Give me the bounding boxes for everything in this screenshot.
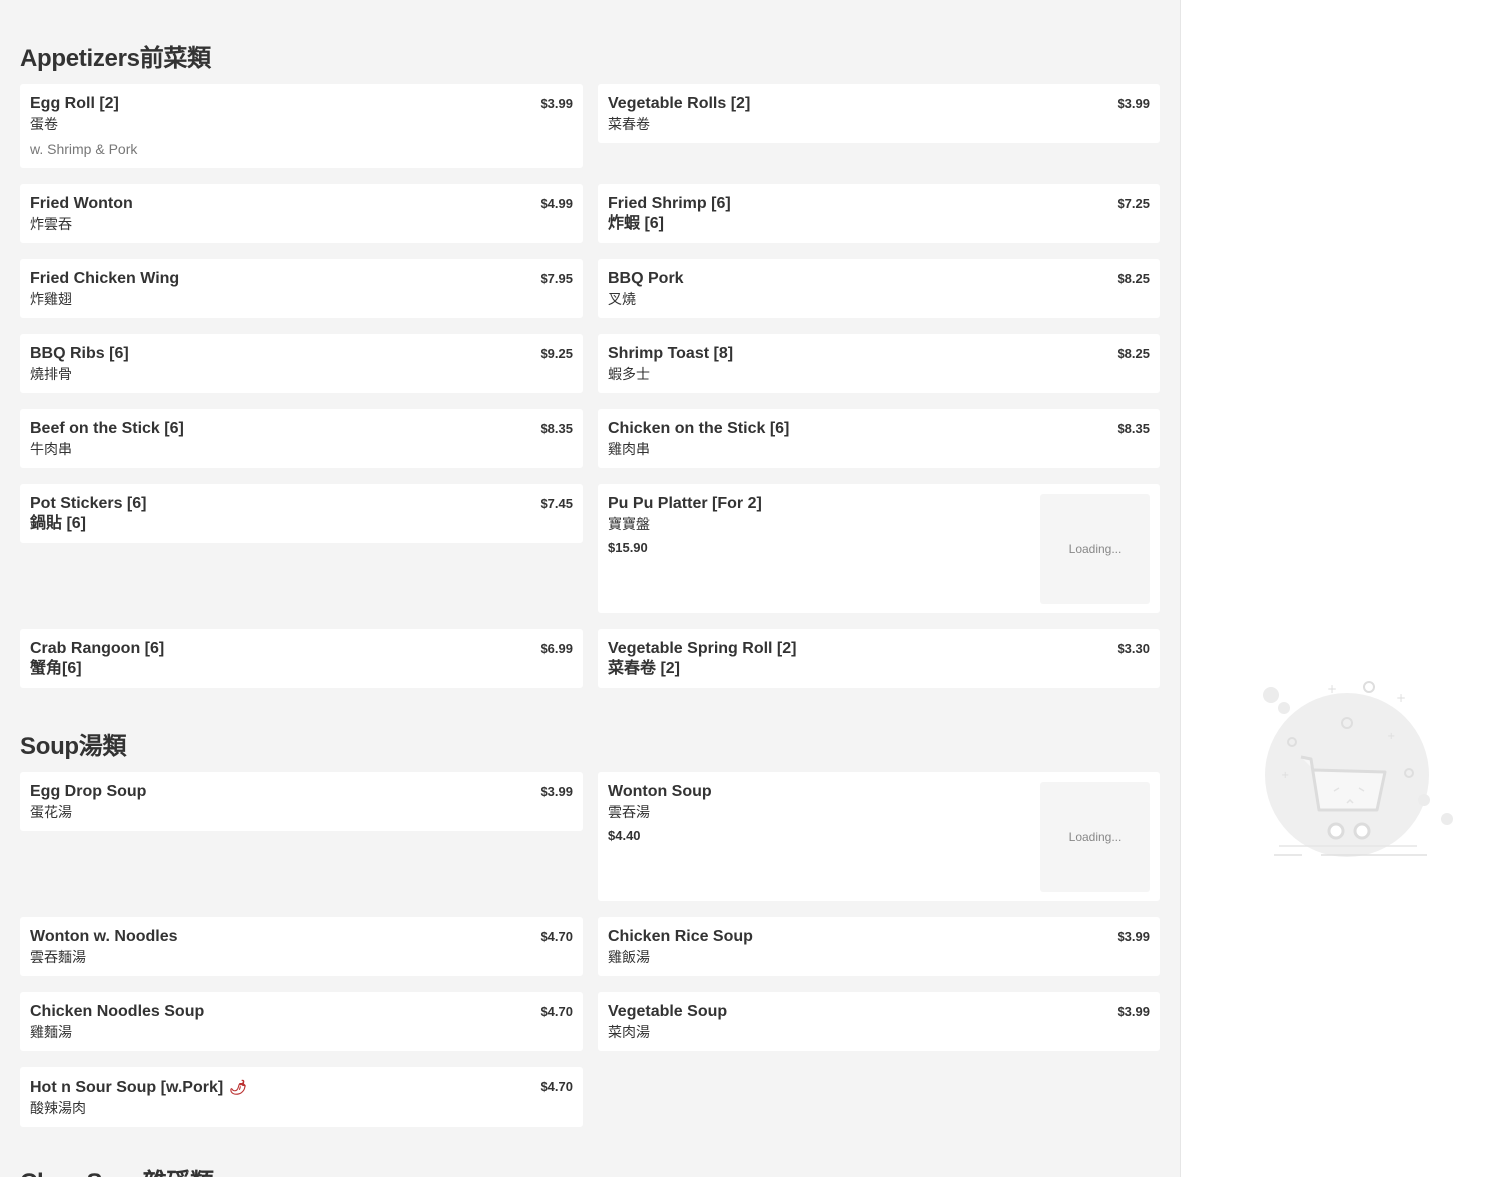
item-chinese-name: 牛肉串 [30, 441, 72, 457]
svg-text:+: + [1387, 731, 1395, 742]
menu-item-card[interactable]: BBQ Pork 叉燒 $8.25 [598, 259, 1160, 318]
menu-item-card[interactable]: Pot Stickers [6] 鍋貼 [6] $7.45 [20, 484, 583, 543]
svg-text:+: + [1396, 691, 1406, 705]
item-chinese-name: 酸辣湯肉 [30, 1100, 86, 1116]
item-price: $4.70 [540, 1079, 573, 1094]
item-price: $3.30 [1117, 641, 1150, 656]
menu-item-card[interactable]: Chicken Noodles Soup 雞麵湯 $4.70 [20, 992, 583, 1051]
item-chinese-name: 炸雲吞 [30, 216, 72, 232]
item-name: Vegetable Spring Roll [2] [608, 640, 797, 657]
menu-item-card[interactable]: Egg Roll [2] 蛋卷 w. Shrimp & Pork $3.99 [20, 84, 583, 168]
menu-item-card[interactable]: Chicken on the Stick [6] 雞肉串 $8.35 [598, 409, 1160, 468]
item-name: Crab Rangoon [6] [30, 640, 165, 657]
item-image-placeholder: Loading... [1040, 782, 1150, 892]
item-description: w. Shrimp & Pork [30, 141, 138, 157]
item-price: $3.99 [1117, 96, 1150, 111]
item-name: Beef on the Stick [6] [30, 420, 184, 437]
item-price: $8.35 [1117, 421, 1150, 436]
item-chinese-name: 鍋貼 [6] [30, 515, 87, 532]
menu-item-card[interactable]: Crab Rangoon [6] 蟹角[6] $6.99 [20, 629, 583, 688]
item-name: Chicken Noodles Soup [30, 1003, 205, 1020]
empty-cart-illustration: + + + + [1263, 681, 1453, 857]
item-price: $7.95 [540, 271, 573, 286]
menu-item-card[interactable]: Fried Shrimp [6] 炸蝦 [6] $7.25 [598, 184, 1160, 243]
item-name: Pot Stickers [6] [30, 495, 147, 512]
item-chinese-name: 蝦多士 [608, 366, 650, 382]
item-chinese-name: 雲吞麵湯 [30, 949, 86, 965]
item-name: Fried Wonton [30, 195, 133, 212]
item-chinese-name: 蟹角[6] [30, 660, 82, 677]
item-price: $3.99 [1117, 929, 1150, 944]
item-price: $8.35 [540, 421, 573, 436]
item-chinese-name: 蛋花湯 [30, 804, 72, 820]
menu-item-card[interactable]: Hot n Sour Soup [w.Pork] 🌶 酸辣湯肉 $4.70 [20, 1067, 583, 1127]
item-price: $9.25 [540, 346, 573, 361]
menu-item-card[interactable]: Chicken Rice Soup 雞飯湯 $3.99 [598, 917, 1160, 976]
item-price: $4.99 [540, 196, 573, 211]
menu-item-card[interactable]: Egg Drop Soup 蛋花湯 $3.99 [20, 772, 583, 831]
item-price: $7.25 [1117, 196, 1150, 211]
item-image-placeholder: Loading... [1040, 494, 1150, 604]
item-name-row: Hot n Sour Soup [w.Pork] 🌶 [30, 1077, 573, 1098]
menu-item-card[interactable]: Vegetable Spring Roll [2] 菜春卷 [2] $3.30 [598, 629, 1160, 688]
item-name: Wonton w. Noodles [30, 928, 178, 945]
item-name: Vegetable Soup [608, 1003, 728, 1020]
item-chinese-name: 炸蝦 [6] [608, 215, 665, 232]
item-chinese-name: 菜春卷 [2] [608, 660, 681, 677]
chili-pepper-icon: 🌶 [229, 1079, 247, 1095]
menu-item-card[interactable]: BBQ Ribs [6] 燒排骨 $9.25 [20, 334, 583, 393]
item-price: $4.70 [540, 1004, 573, 1019]
menu-item-card[interactable]: Vegetable Soup 菜肉湯 $3.99 [598, 992, 1160, 1051]
menu-item-card[interactable]: Wonton w. Noodles 雲吞麵湯 $4.70 [20, 917, 583, 976]
menu-item-card[interactable]: Fried Wonton 炸雲吞 $4.99 [20, 184, 583, 243]
item-price: $8.25 [1117, 346, 1150, 361]
menu-item-card[interactable]: Vegetable Rolls [2] 菜春卷 $3.99 [598, 84, 1160, 143]
menu-item-card[interactable]: Fried Chicken Wing 炸雞翅 $7.95 [20, 259, 583, 318]
item-name: Egg Roll [2] [30, 95, 119, 112]
cart-panel: + + + + [1180, 0, 1490, 1177]
section-title-soup: Soup湯類 [20, 733, 127, 760]
item-price: $3.99 [540, 96, 573, 111]
item-price: $3.99 [540, 784, 573, 799]
item-name: Hot n Sour Soup [w.Pork] [30, 1079, 224, 1096]
item-name: BBQ Ribs [6] [30, 345, 129, 362]
item-name: Fried Shrimp [6] [608, 195, 731, 212]
item-chinese-name: 雞飯湯 [608, 949, 650, 965]
item-chinese-name: 菜春卷 [608, 116, 650, 132]
item-price: $8.25 [1117, 271, 1150, 286]
item-chinese-name: 叉燒 [608, 291, 636, 307]
menu-panel: Appetizers前菜類 Egg Roll [2] 蛋卷 w. Shrimp … [0, 0, 1180, 1177]
menu-item-card[interactable]: Wonton Soup 雲吞湯 $4.40 Loading... [598, 772, 1160, 901]
item-chinese-name: 雞麵湯 [30, 1024, 72, 1040]
item-chinese-name: 燒排骨 [30, 366, 72, 382]
item-name: Vegetable Rolls [2] [608, 95, 751, 112]
menu-item-card[interactable]: Shrimp Toast [8] 蝦多士 $8.25 [598, 334, 1160, 393]
item-name: BBQ Pork [608, 270, 684, 287]
item-name: Chicken on the Stick [6] [608, 420, 790, 437]
menu-item-card[interactable]: Pu Pu Platter [For 2] 寶寶盤 $15.90 Loading… [598, 484, 1160, 613]
item-price: $4.70 [540, 929, 573, 944]
item-name: Egg Drop Soup [30, 783, 147, 800]
item-price: $3.99 [1117, 1004, 1150, 1019]
item-chinese-name: 炸雞翅 [30, 291, 72, 307]
menu-item-card[interactable]: Beef on the Stick [6] 牛肉串 $8.35 [20, 409, 583, 468]
item-chinese-name: 菜肉湯 [608, 1024, 650, 1040]
item-price: $7.45 [540, 496, 573, 511]
svg-text:+: + [1327, 682, 1337, 696]
svg-text:+: + [1281, 770, 1289, 781]
section-title-chop-suey: Chop Suey雜磎類 [20, 1162, 214, 1177]
item-name: Chicken Rice Soup [608, 928, 753, 945]
item-name: Fried Chicken Wing [30, 270, 180, 287]
item-chinese-name: 蛋卷 [30, 116, 58, 132]
item-price: $6.99 [540, 641, 573, 656]
item-chinese-name: 雞肉串 [608, 441, 650, 457]
item-name: Shrimp Toast [8] [608, 345, 734, 362]
section-title-appetizers: Appetizers前菜類 [20, 45, 211, 72]
